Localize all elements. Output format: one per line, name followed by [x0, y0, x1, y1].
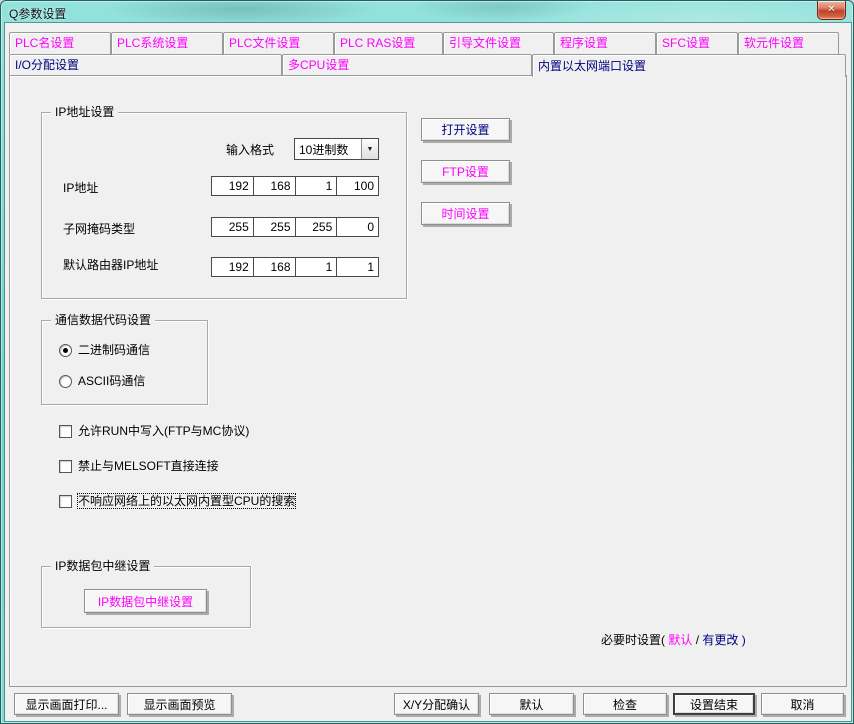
allow-run-write-label: 允许RUN中写入(FTP与MC协议): [78, 424, 249, 438]
tab-program[interactable]: 程序设置: [554, 32, 656, 54]
close-icon: ✕: [827, 4, 835, 15]
ip-relay-group-label: IP数据包中继设置: [51, 560, 154, 573]
ascii-comm-label: ASCII码通信: [78, 374, 145, 388]
hint-suffix: ): [738, 633, 745, 647]
tab-device[interactable]: 软元件设置: [738, 32, 839, 54]
subnet-octet-1[interactable]: 255: [212, 218, 253, 236]
print-screen-button[interactable]: 显示画面打印...: [14, 693, 119, 715]
hint-changed: 有更改: [702, 633, 738, 647]
tab-io-assignment[interactable]: I/O分配设置: [9, 54, 282, 75]
subnet-octet-2[interactable]: 255: [253, 218, 295, 236]
open-settings-button[interactable]: 打开设置: [421, 118, 510, 141]
ip-octet-2[interactable]: 168: [253, 177, 295, 195]
radio-selected-icon[interactable]: [59, 344, 72, 357]
ip-packet-relay-button[interactable]: IP数据包中继设置: [84, 589, 207, 613]
tab-plc-file[interactable]: PLC文件设置: [223, 32, 334, 54]
ip-settings-group-label: IP地址设置: [51, 106, 118, 119]
router-octet-4[interactable]: 1: [336, 258, 378, 276]
window-title: Q参数设置: [9, 5, 66, 22]
required-settings-hint: 必要时设置( 默认 / 有更改 ): [601, 631, 746, 648]
ip-octet-4[interactable]: 100: [336, 177, 378, 195]
input-format-value: 10进制数: [295, 141, 361, 158]
tab-plc-name[interactable]: PLC名设置: [9, 32, 111, 54]
cancel-button[interactable]: 取消: [761, 693, 844, 715]
no-search-response-checkbox[interactable]: 不响应网络上的以太网内置型CPU的搜索: [59, 494, 295, 508]
tab-builtin-ethernet[interactable]: 内置以太网端口设置: [532, 54, 846, 77]
tab-multi-cpu[interactable]: 多CPU设置: [282, 54, 532, 75]
xy-assignment-confirm-button[interactable]: X/Y分配确认: [394, 693, 479, 715]
default-router-input[interactable]: 192 168 1 1: [211, 257, 379, 277]
comm-code-groupbox: [41, 320, 208, 405]
router-octet-3[interactable]: 1: [295, 258, 337, 276]
default-button[interactable]: 默认: [489, 693, 574, 715]
disable-melsoft-checkbox[interactable]: 禁止与MELSOFT直接连接: [59, 459, 219, 473]
tab-plc-ras[interactable]: PLC RAS设置: [334, 32, 443, 54]
subnet-mask-input[interactable]: 255 255 255 0: [211, 217, 379, 237]
comm-code-group-label: 通信数据代码设置: [51, 314, 155, 327]
ip-octet-1[interactable]: 192: [212, 177, 253, 195]
input-format-label: 输入格式: [226, 142, 274, 158]
tab-plc-system[interactable]: PLC系统设置: [111, 32, 223, 54]
check-button[interactable]: 检查: [583, 693, 667, 715]
binary-comm-label: 二进制码通信: [78, 343, 150, 357]
tab-sfc[interactable]: SFC设置: [656, 32, 738, 54]
time-settings-button[interactable]: 时间设置: [421, 202, 510, 225]
subnet-octet-4[interactable]: 0: [336, 218, 378, 236]
ip-address-label: IP地址: [63, 180, 98, 196]
hint-default: 默认: [668, 633, 692, 647]
radio-unselected-icon[interactable]: [59, 375, 72, 388]
default-router-label: 默认路由器IP地址: [63, 257, 158, 273]
ftp-settings-button[interactable]: FTP设置: [421, 160, 510, 183]
preview-screen-button[interactable]: 显示画面预览: [127, 693, 232, 715]
subnet-octet-3[interactable]: 255: [295, 218, 337, 236]
subnet-mask-label: 子网掩码类型: [63, 221, 135, 237]
allow-run-write-checkbox[interactable]: 允许RUN中写入(FTP与MC协议): [59, 424, 249, 438]
hint-separator: /: [692, 633, 702, 647]
router-octet-2[interactable]: 168: [253, 258, 295, 276]
router-octet-1[interactable]: 192: [212, 258, 253, 276]
checkbox-icon[interactable]: [59, 425, 72, 438]
disable-melsoft-label: 禁止与MELSOFT直接连接: [78, 459, 219, 473]
dialog-window: Q参数设置 ✕ PLC名设置 PLC系统设置 PLC文件设置 PLC RAS设置…: [0, 0, 854, 724]
ascii-comm-radio[interactable]: ASCII码通信: [59, 374, 145, 388]
finish-settings-button[interactable]: 设置结束: [673, 693, 755, 715]
checkbox-icon[interactable]: [59, 495, 72, 508]
tab-boot-file[interactable]: 引导文件设置: [443, 32, 554, 54]
ip-octet-3[interactable]: 1: [295, 177, 337, 195]
binary-comm-radio[interactable]: 二进制码通信: [59, 343, 150, 357]
chevron-down-icon[interactable]: ▼: [361, 139, 378, 159]
checkbox-icon[interactable]: [59, 460, 72, 473]
input-format-select[interactable]: 10进制数 ▼: [294, 138, 379, 160]
hint-prefix: 必要时设置(: [601, 633, 668, 647]
no-search-response-label: 不响应网络上的以太网内置型CPU的搜索: [78, 494, 295, 508]
ip-address-input[interactable]: 192 168 1 100: [211, 176, 379, 196]
titlebar[interactable]: Q参数设置 ✕: [1, 1, 853, 23]
close-button[interactable]: ✕: [817, 1, 846, 20]
